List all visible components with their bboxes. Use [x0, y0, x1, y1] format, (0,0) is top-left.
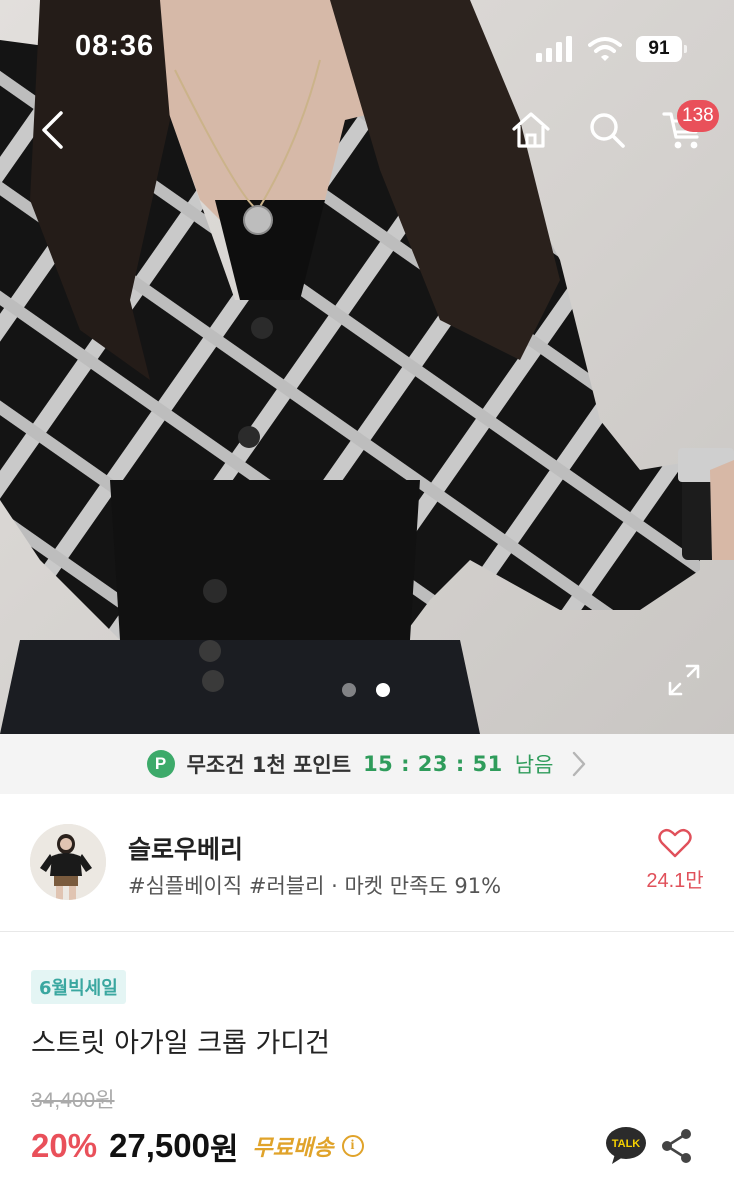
- discount-rate: 20%: [31, 1127, 98, 1164]
- search-button[interactable]: [585, 108, 629, 152]
- gallery-dot-active[interactable]: [376, 683, 390, 697]
- store-avatar-image: [30, 824, 106, 900]
- home-button[interactable]: [508, 108, 554, 152]
- store-like-button[interactable]: 24.1만: [640, 828, 710, 893]
- original-price: 34,400원: [31, 1089, 115, 1112]
- cart-count-badge: 138: [677, 100, 719, 132]
- point-event-banner[interactable]: P 무조건 1천 포인트 15 : 23 : 51 남음: [0, 734, 734, 794]
- price-row: 20% 27,500 원 무료배송 i: [31, 1124, 364, 1168]
- talk-bubble-icon: TALK: [606, 1127, 646, 1164]
- wifi-icon: [588, 37, 622, 61]
- store-name[interactable]: 슬로우베리: [128, 830, 243, 866]
- countdown-suffix: 남음: [514, 753, 554, 777]
- home-icon: [512, 112, 550, 148]
- fullscreen-icon: [668, 664, 700, 696]
- store-avatar[interactable]: [30, 824, 106, 900]
- event-badge: 6월빅세일: [31, 970, 126, 1004]
- kakao-talk-button[interactable]: TALK: [605, 1126, 647, 1170]
- product-image-gallery[interactable]: 08:36 91 138: [0, 0, 734, 734]
- talk-bubble-label: TALK: [612, 1138, 641, 1150]
- back-button[interactable]: [30, 108, 74, 152]
- status-bar: 08:36 91: [0, 0, 734, 100]
- chevron-left-icon: [42, 111, 63, 149]
- chevron-right-icon: [573, 751, 586, 777]
- heart-icon: [658, 828, 692, 858]
- store-info-row[interactable]: 슬로우베리 #심플베이직 #러블리 · 마켓 만족도 91% 24.1만: [0, 794, 734, 932]
- expand-image-button[interactable]: [664, 660, 704, 700]
- store-tags: #심플베이직 #러블리 · 마켓 만족도 91%: [128, 874, 502, 898]
- share-icon: [662, 1129, 691, 1163]
- point-banner-label: 무조건 1천 포인트: [186, 753, 352, 777]
- gallery-pagination: [342, 683, 390, 697]
- product-title: 스트릿 아가일 크롭 가디건: [31, 1028, 330, 1059]
- search-icon: [590, 113, 625, 148]
- info-icon[interactable]: i: [341, 1135, 364, 1157]
- like-count: 24.1만: [646, 870, 704, 892]
- status-time: 08:36: [75, 30, 155, 62]
- sale-price: 27,500: [109, 1127, 210, 1164]
- battery-indicator: 91: [636, 36, 687, 62]
- gallery-dot[interactable]: [342, 683, 356, 697]
- point-badge-icon: P: [146, 750, 175, 778]
- cellular-signal-icon: [536, 36, 572, 62]
- price-currency: 원: [210, 1131, 239, 1168]
- free-shipping-label: 무료배송: [252, 1136, 334, 1161]
- countdown-timer: 15 : 23 : 51: [363, 752, 503, 776]
- share-button[interactable]: [660, 1128, 694, 1168]
